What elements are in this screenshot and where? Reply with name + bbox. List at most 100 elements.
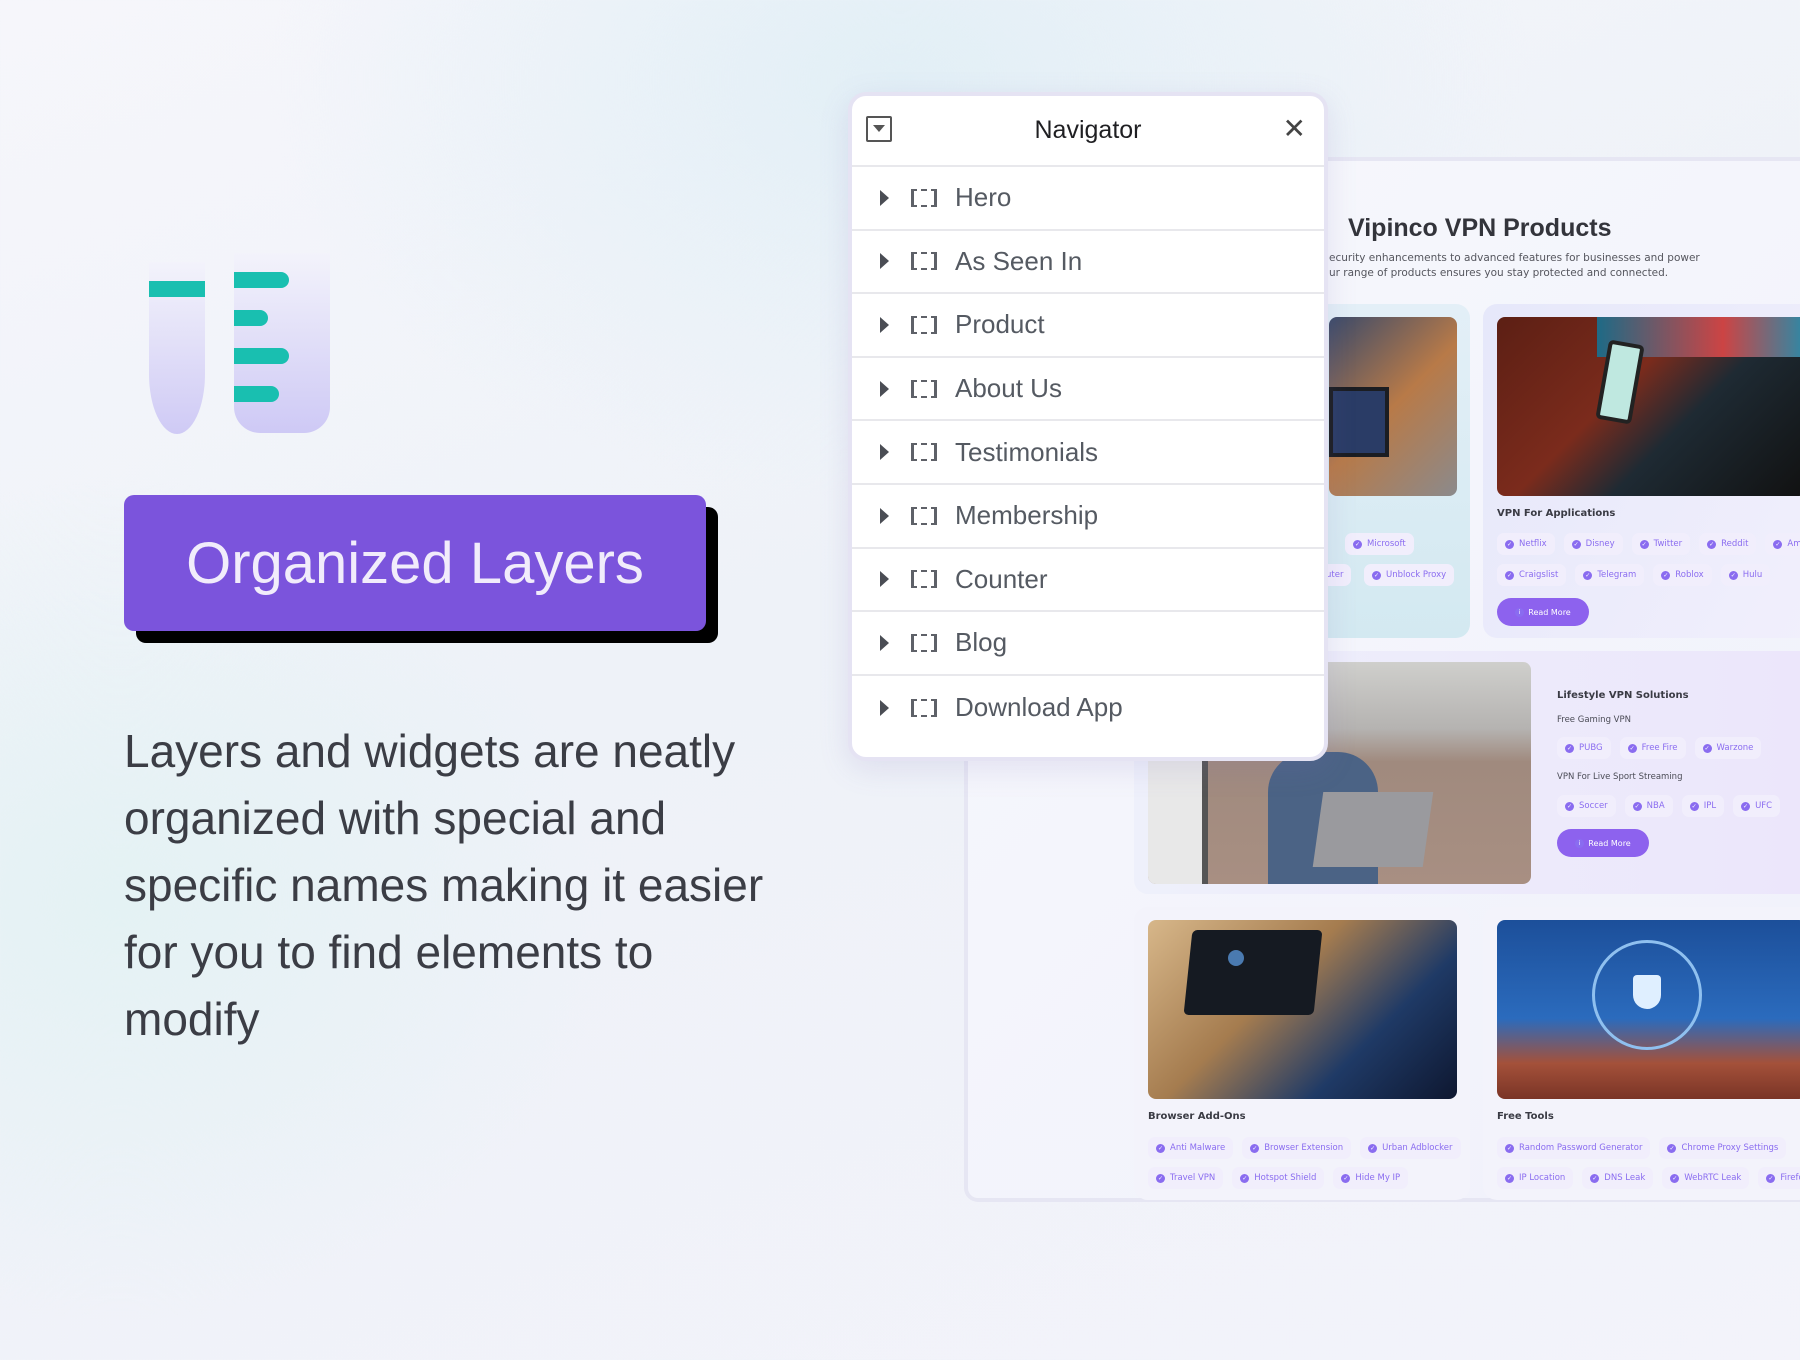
tag[interactable]: ✓ Telegram — [1575, 564, 1645, 586]
check-circle-icon: ✓ — [1565, 801, 1574, 811]
check-circle-icon: ✓ — [1639, 539, 1649, 549]
tag-list: ✓ Travel VPN ✓ Hotspot Shield ✓ Hide My IP — [1148, 1167, 1409, 1189]
tag[interactable]: ✓ Free Fire — [1619, 737, 1686, 759]
section-icon — [911, 443, 937, 462]
tag-label: Random Password Generator — [1519, 1143, 1643, 1153]
tag-list: ✓ Anti Malware ✓ Browser Extension ✓ Urban Ad… — [1148, 1137, 1461, 1159]
tag[interactable]: ✓ UFC — [1733, 795, 1781, 817]
tag[interactable]: ✓ Microsoft — [1345, 533, 1414, 555]
check-circle-icon: ✓ — [1250, 1143, 1260, 1153]
tag[interactable]: ✓ Amazon — [1765, 533, 1800, 555]
expand-caret-icon[interactable] — [880, 316, 889, 333]
tag-label: Warzone — [1716, 743, 1754, 753]
check-circle-icon: ✓ — [1571, 539, 1581, 549]
navigator-item[interactable]: As Seen In — [852, 231, 1324, 295]
navigator-list: Hero As Seen In Product About Us Testimonial… — [852, 167, 1324, 739]
tag[interactable]: ✓ Netflix — [1497, 533, 1555, 555]
tag[interactable]: ✓ IP Location — [1497, 1167, 1574, 1189]
check-circle-icon: ✓ — [1702, 743, 1712, 753]
tag[interactable]: ✓ Craigslist — [1497, 564, 1567, 586]
tag[interactable]: ✓ PUBG — [1557, 737, 1611, 759]
tag-label: Hotspot Shield — [1254, 1173, 1317, 1183]
navigator-item[interactable]: Testimonials — [852, 421, 1324, 485]
check-circle-icon: ✓ — [1670, 1173, 1680, 1183]
tag[interactable]: ✓ Hotspot Shield — [1232, 1167, 1325, 1189]
tag-list: ✓ Microsoft — [1345, 533, 1414, 555]
expand-caret-icon[interactable] — [880, 189, 889, 206]
tag[interactable]: ✓ Disney — [1563, 533, 1623, 555]
expand-caret-icon[interactable] — [880, 507, 889, 524]
section-icon — [911, 379, 937, 398]
navigator-item[interactable]: Download App — [852, 676, 1324, 740]
read-more-button[interactable]: i Read More — [1497, 598, 1589, 626]
dropdown-square-icon[interactable] — [866, 116, 892, 142]
check-circle-icon: ✓ — [1590, 1173, 1600, 1183]
navigator-header: Navigator ✕ — [852, 96, 1324, 167]
tag[interactable]: ✓ Unblock Proxy — [1364, 564, 1455, 586]
section-icon — [911, 315, 937, 334]
expand-caret-icon[interactable] — [880, 253, 889, 270]
tag[interactable]: ✓ WebRTC Leak — [1662, 1167, 1750, 1189]
expand-caret-icon[interactable] — [880, 699, 889, 716]
navigator-item[interactable]: About Us — [852, 358, 1324, 422]
tag-label: Microsoft — [1367, 539, 1406, 549]
tag[interactable]: ✓ NBA — [1624, 795, 1673, 817]
tag-label: uter — [1326, 570, 1344, 580]
tag[interactable]: ✓ Browser Extension — [1242, 1137, 1352, 1159]
tag-label: Reddit — [1721, 539, 1749, 549]
tag[interactable]: ✓ Travel VPN — [1148, 1167, 1224, 1189]
navigator-item[interactable]: Blog — [852, 612, 1324, 676]
expand-caret-icon[interactable] — [880, 444, 889, 461]
check-circle-icon: ✓ — [1583, 570, 1593, 580]
tag-list: ✓ IP Location ✓ DNS Leak ✓ WebRTC Leak ✓ Firefo… — [1497, 1167, 1800, 1189]
tag[interactable]: ✓ Hulu — [1720, 564, 1771, 586]
check-circle-icon: ✓ — [1505, 570, 1514, 580]
navigator-item-label: About Us — [955, 373, 1062, 404]
tag-label: Amazon — [1787, 539, 1800, 549]
tag-label: Unblock Proxy — [1386, 570, 1447, 580]
navigator-item[interactable]: Product — [852, 294, 1324, 358]
navigator-item[interactable]: Membership — [852, 485, 1324, 549]
navigator-item-label: Testimonials — [955, 436, 1099, 467]
tag[interactable]: ✓ Chrome Proxy Settings — [1659, 1137, 1787, 1159]
tag-label: Anti Malware — [1170, 1143, 1226, 1153]
close-icon[interactable]: ✕ — [1283, 112, 1306, 145]
expand-caret-icon[interactable] — [880, 571, 889, 588]
check-circle-icon: ✓ — [1368, 1143, 1378, 1153]
check-circle-icon: ✓ — [1667, 1143, 1677, 1153]
check-circle-icon: ✓ — [1156, 1173, 1165, 1183]
section-icon — [911, 633, 937, 652]
tag-label: NBA — [1646, 801, 1665, 811]
tag-list: ✓ PUBG ✓ Free Fire ✓ Warzone — [1557, 737, 1762, 759]
tag-label: Hide My IP — [1355, 1173, 1401, 1183]
check-circle-icon: ✓ — [1505, 1143, 1514, 1153]
tag[interactable]: ✓ Reddit — [1699, 533, 1757, 555]
tag[interactable]: ✓ Urban Adblocker — [1360, 1137, 1461, 1159]
tag[interactable]: ✓ Warzone — [1694, 737, 1762, 759]
tag-label: DNS Leak — [1604, 1173, 1646, 1183]
expand-caret-icon[interactable] — [880, 380, 889, 397]
navigator-item-label: As Seen In — [955, 245, 1083, 276]
tag[interactable]: ✓ IPL — [1681, 795, 1725, 817]
tag[interactable]: ✓ Random Password Generator — [1497, 1137, 1651, 1159]
tag-list: ✓ Soccer ✓ NBA ✓ IPL ✓ UFC — [1557, 795, 1781, 817]
mockup-subtitle: ur range of products ensures you stay pr… — [1329, 267, 1669, 279]
check-circle-icon: ✓ — [1505, 1173, 1514, 1183]
tag[interactable]: ✓ Firefox — [1758, 1167, 1800, 1189]
read-more-button[interactable]: i Read More — [1557, 829, 1649, 857]
tag[interactable]: ✓ DNS Leak — [1582, 1167, 1654, 1189]
navigator-item[interactable]: Hero — [852, 167, 1324, 231]
check-circle-icon: ✓ — [1728, 570, 1738, 580]
tag-label: Craigslist — [1519, 570, 1559, 580]
feature-description: Layers and widgets are neatly organized … — [124, 725, 764, 1045]
tag[interactable]: ✓ Roblox — [1653, 564, 1712, 586]
tag[interactable]: ✓ Soccer — [1557, 795, 1616, 817]
expand-caret-icon[interactable] — [880, 634, 889, 651]
card-sublabel: VPN For Live Sport Streaming — [1557, 772, 1683, 782]
tag[interactable]: ✓ Twitter — [1631, 533, 1691, 555]
tag-label: PUBG — [1579, 743, 1603, 753]
tag[interactable]: ✓ Hide My IP — [1333, 1167, 1409, 1189]
card-label: Free Tools — [1497, 1111, 1554, 1122]
navigator-item[interactable]: Counter — [852, 549, 1324, 613]
tag[interactable]: ✓ Anti Malware — [1148, 1137, 1234, 1159]
